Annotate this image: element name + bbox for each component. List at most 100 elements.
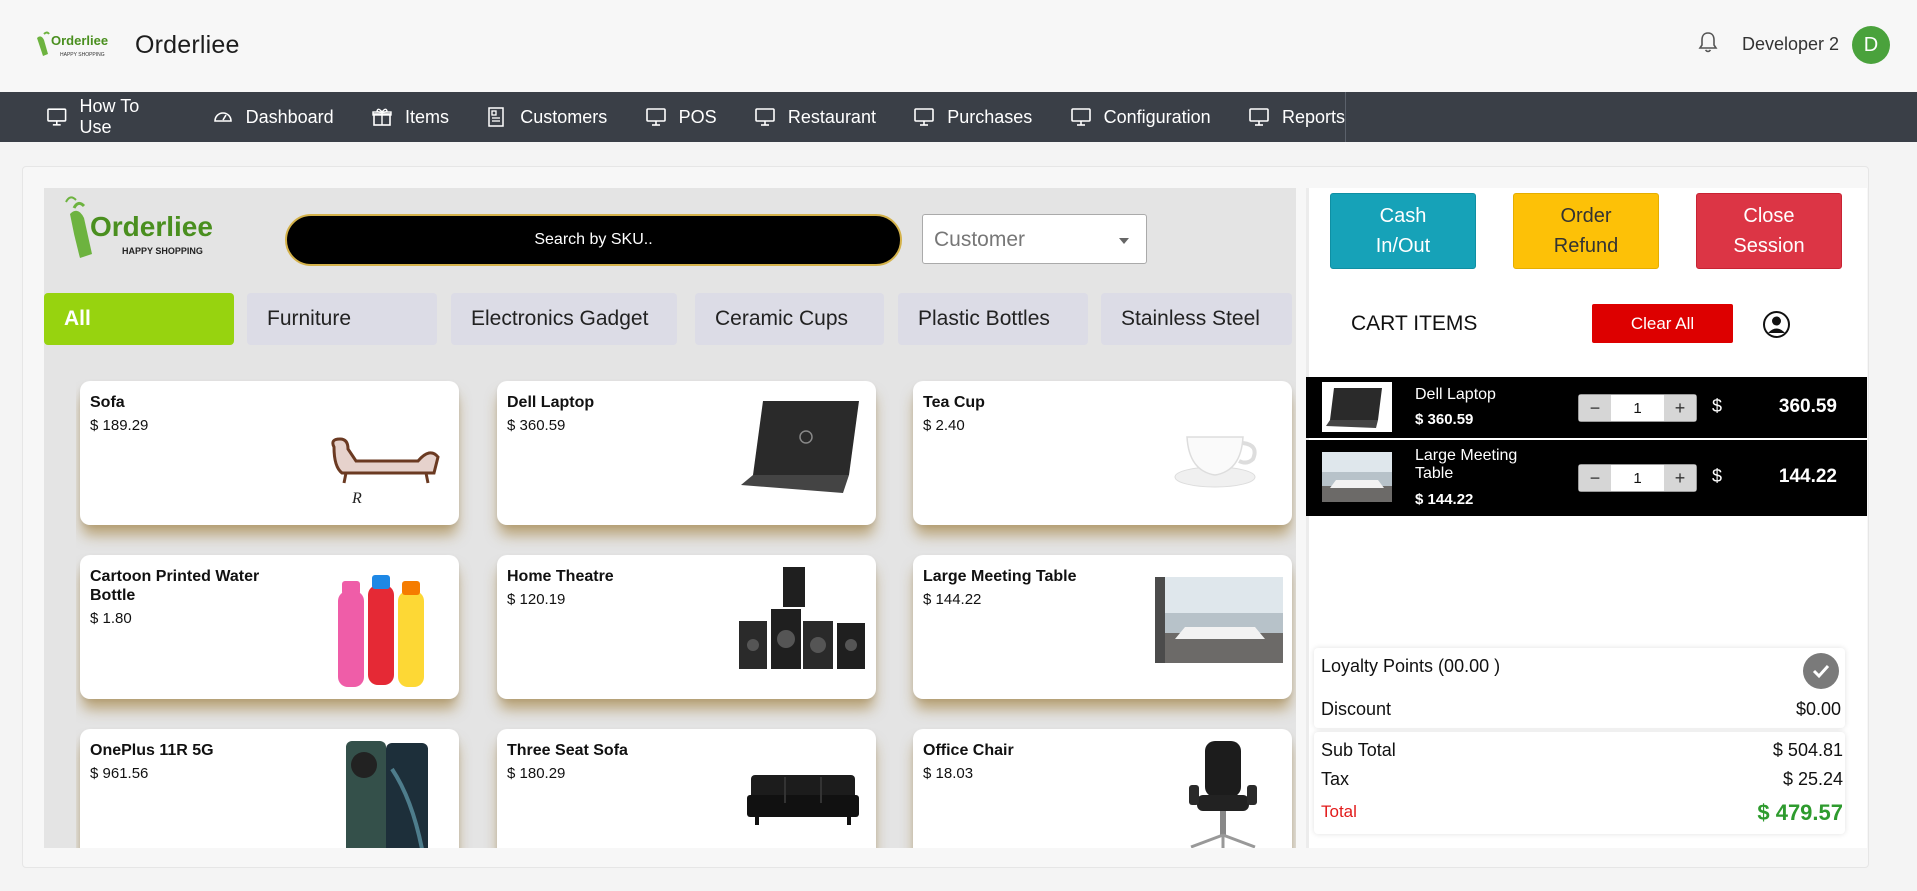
nav-purchases[interactable]: Purchases (913, 92, 1032, 142)
gift-icon (372, 108, 392, 126)
quantity-stepper[interactable]: − 1 + (1578, 394, 1697, 422)
category-electronics[interactable]: Electronics Gadget (451, 293, 677, 345)
total-label: Total (1321, 802, 1357, 821)
water-bottle-image (338, 575, 424, 687)
cart-row: Dell Laptop $ 360.59 − 1 + $ 360.59 (1306, 377, 1867, 438)
cart-item-total: 360.59 (1778, 396, 1837, 417)
product-card-home-theatre[interactable]: Home Theatre $ 120.19 (497, 555, 876, 699)
product-price: $ 120.19 (507, 591, 566, 608)
dashboard-icon (213, 112, 232, 122)
nav-dashboard[interactable]: Dashboard (212, 92, 334, 142)
svg-text:HAPPY SHOPPING: HAPPY SHOPPING (60, 52, 105, 58)
brand-name: Orderliee (135, 31, 240, 59)
cart-item-name: Large Meeting Table (1415, 447, 1518, 482)
nav-how-to-use[interactable]: How To Use (46, 92, 174, 142)
product-price: $ 144.22 (923, 591, 982, 608)
clear-all-button[interactable]: Clear All (1592, 304, 1733, 343)
product-card-dell-laptop[interactable]: Dell Laptop $ 360.59 (497, 381, 876, 525)
product-name: Sofa (90, 394, 125, 411)
phone-image (346, 741, 428, 848)
main-nav: How To Use Dashboard Items Customers POS… (0, 92, 1917, 142)
sofa-image: R (331, 437, 440, 507)
currency-symbol: $ (1712, 466, 1723, 486)
nav-restaurant[interactable]: Restaurant (754, 92, 876, 142)
close-session-button[interactable]: Close Session (1696, 193, 1842, 269)
cart-title: CART ITEMS (1351, 312, 1478, 335)
product-price: $ 360.59 (507, 417, 566, 434)
svg-text:Orderliee: Orderliee (90, 211, 213, 242)
discount-label: Discount (1321, 699, 1392, 719)
nav-label: Restaurant (787, 106, 876, 127)
nav-reports[interactable]: Reports (1248, 92, 1345, 142)
product-name: Office Chair (923, 742, 1014, 759)
cash-in-out-button[interactable]: Cash In/Out (1330, 193, 1476, 269)
monitor-icon (1070, 108, 1091, 126)
category-stainless-steel[interactable]: Stainless Steel (1101, 293, 1292, 345)
category-ceramic-cups[interactable]: Ceramic Cups (695, 293, 884, 345)
quantity-value[interactable]: 1 (1611, 465, 1664, 491)
user-name[interactable]: Developer 2 (1742, 34, 1839, 55)
product-grid: Sofa $ 189.29 R Dell Laptop $ 360.59 Tea… (76, 360, 1296, 848)
product-price: $ 2.40 (923, 417, 965, 434)
nav-label: Dashboard (245, 106, 334, 127)
nav-label: Customers (520, 106, 608, 127)
nav-customers[interactable]: Customers (486, 92, 607, 142)
nav-label: Configuration (1103, 106, 1211, 127)
category-furniture[interactable]: Furniture (247, 293, 437, 345)
product-card-tea-cup[interactable]: Tea Cup $ 2.40 (913, 381, 1292, 525)
category-all[interactable]: All (44, 293, 234, 345)
user-circle-icon[interactable] (1762, 310, 1791, 339)
brand-logo[interactable]: Orderliee HAPPY SHOPPING (35, 30, 117, 60)
product-price: $ 1.80 (90, 610, 132, 627)
avatar[interactable]: D (1852, 26, 1890, 64)
tax-value: $ 25.24 (1782, 769, 1843, 789)
plus-icon[interactable]: + (1664, 465, 1696, 491)
nav-items[interactable]: Items (371, 92, 449, 142)
product-name: Dell Laptop (507, 394, 595, 411)
sku-search-input[interactable]: Search by SKU.. (285, 214, 902, 266)
loyalty-points-label: Loyalty Points (00.00 ) (1321, 656, 1501, 676)
bell-icon[interactable] (1697, 30, 1719, 54)
product-card-oneplus[interactable]: OnePlus 11R 5G $ 961.56 (80, 729, 459, 848)
monitor-icon (645, 108, 666, 126)
subtotal-label: Sub Total (1321, 740, 1396, 760)
customers-icon (488, 107, 505, 127)
quantity-value[interactable]: 1 (1611, 395, 1664, 421)
product-name: Three Seat Sofa (507, 742, 628, 759)
product-card-sofa[interactable]: Sofa $ 189.29 R (80, 381, 459, 525)
product-card-office-chair[interactable]: Office Chair $ 18.03 (913, 729, 1292, 848)
product-name: OnePlus 11R 5G (90, 742, 214, 759)
product-name: Cartoon Printed Water Bottle (90, 568, 260, 604)
product-name: Home Theatre (507, 568, 614, 585)
product-name: Tea Cup (923, 394, 985, 411)
check-icon[interactable] (1803, 653, 1839, 689)
office-chair-image (1189, 741, 1257, 848)
product-card-meeting-table[interactable]: Large Meeting Table $ 144.22 (913, 555, 1292, 699)
discount-value: $0.00 (1795, 699, 1841, 719)
minus-icon[interactable]: − (1579, 395, 1611, 421)
order-refund-button[interactable]: Order Refund (1513, 193, 1659, 269)
nav-label: How To Use (79, 96, 140, 137)
chevron-down-icon (1119, 238, 1129, 244)
meeting-table-image (1155, 577, 1283, 663)
minus-icon[interactable]: − (1579, 465, 1611, 491)
currency-symbol: $ (1712, 396, 1723, 416)
product-card-water-bottle[interactable]: Cartoon Printed Water Bottle $ 1.80 (80, 555, 459, 699)
nav-pos[interactable]: POS (645, 92, 717, 142)
plus-icon[interactable]: + (1664, 395, 1696, 421)
nav-label: POS (678, 106, 717, 127)
customer-select[interactable]: Customer (922, 214, 1147, 264)
home-theatre-image (739, 567, 865, 669)
nav-label: Items (404, 106, 449, 127)
top-header: Orderliee HAPPY SHOPPING Orderliee Devel… (0, 0, 1917, 92)
teacup-image (1174, 436, 1257, 488)
three-seat-sofa-image (747, 775, 859, 825)
product-card-three-seat-sofa[interactable]: Three Seat Sofa $ 180.29 (497, 729, 876, 848)
cart-row: Large Meeting Table $ 144.22 − 1 + $ 144… (1306, 440, 1867, 516)
category-plastic-bottles[interactable]: Plastic Bottles (898, 293, 1088, 345)
quantity-stepper[interactable]: − 1 + (1578, 464, 1697, 492)
nav-configuration[interactable]: Configuration (1070, 92, 1211, 142)
product-price: $ 961.56 (90, 765, 149, 782)
cart-item-thumbnail (1322, 452, 1392, 502)
svg-text:R: R (351, 490, 362, 507)
